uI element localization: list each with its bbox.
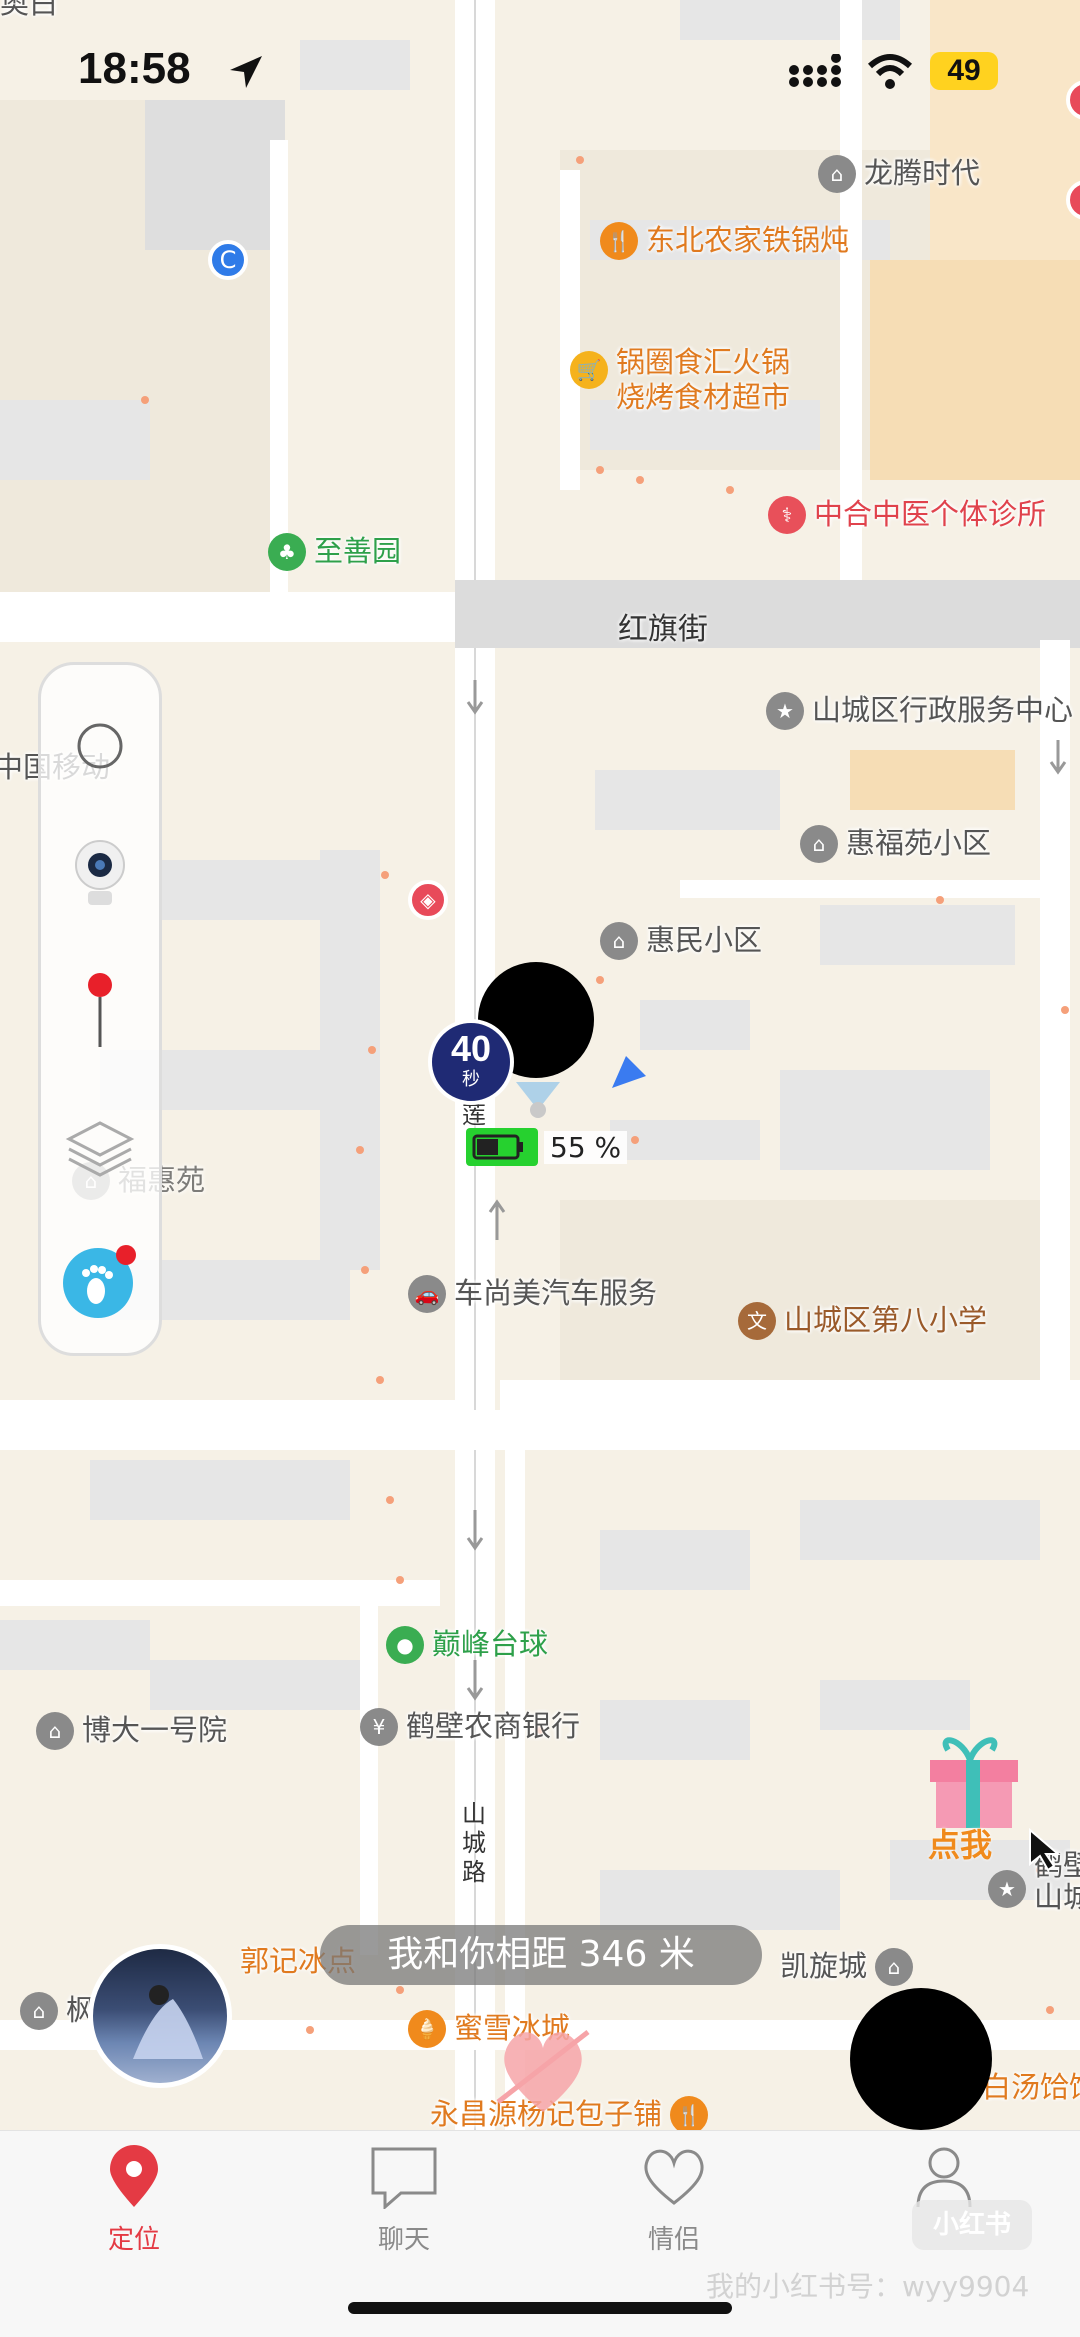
status-time: 18:58	[78, 44, 191, 93]
partner-battery-tag: 55 %	[466, 1128, 628, 1166]
residential-icon: ⌂	[20, 1992, 58, 2030]
poi-zhishan-park[interactable]: ♣ 至善园	[268, 533, 401, 571]
heart-icon	[644, 2149, 704, 2205]
signal-icon	[789, 54, 841, 87]
clinic-icon: ⚕	[768, 496, 806, 534]
tab-couple[interactable]: 情侣	[604, 2145, 744, 2256]
gift-box-icon	[930, 1737, 1018, 1828]
poi-hebi-bank[interactable]: ¥ 鹤壁农商银行	[360, 1708, 580, 1746]
residential-icon: ⌂	[600, 922, 638, 960]
school-icon: 文	[738, 1302, 776, 1340]
gift-button[interactable]: 点我	[918, 1732, 1028, 1864]
poi-admin-center[interactable]: ★ 山城区行政服务中心	[766, 692, 1073, 730]
poi-boda-1[interactable]: ⌂ 博大一号院	[36, 1712, 227, 1750]
tab-location[interactable]: 定位	[64, 2145, 204, 2256]
wifi-icon	[867, 54, 913, 89]
status-battery: 49	[930, 52, 998, 90]
residential-icon: ⌂	[875, 1948, 914, 1986]
my-avatar[interactable]	[88, 1944, 232, 2088]
government-icon: ★	[988, 1870, 1026, 1908]
car-icon: 🚗	[408, 1275, 446, 1313]
residential-icon: ⌂	[800, 825, 838, 863]
partner-avatar[interactable]	[850, 1988, 992, 2130]
billiards-icon: ●	[386, 1626, 424, 1664]
footprint-icon	[63, 1245, 136, 1318]
cursor-icon	[1029, 1828, 1061, 1872]
battery-icon	[466, 1128, 538, 1166]
map-pin-icon	[88, 973, 112, 1047]
distance-indicator: 我和你相距 346 米	[320, 1925, 762, 1985]
webcam-icon	[75, 840, 125, 905]
pin-button[interactable]	[41, 971, 159, 1051]
residential-icon: ⌂	[818, 155, 856, 193]
watermark-text: 我的小红书号：wyy9904	[706, 2270, 1030, 2303]
battery-percent: 55 %	[544, 1130, 628, 1164]
shopping-cart-icon: 🛒	[570, 351, 608, 389]
road-label-vertical-2: 山城路	[462, 1800, 486, 1886]
road-label-hongqi: 红旗街	[618, 612, 708, 647]
gas-station-icon[interactable]: C	[208, 240, 248, 280]
xhs-watermark-badge: 小红书	[912, 2200, 1032, 2250]
footprint-button[interactable]	[41, 1241, 159, 1321]
record-button[interactable]	[41, 721, 159, 771]
residential-icon: ⌂	[36, 1712, 74, 1750]
poi-kaixuan[interactable]: ⌂ 凯旋城	[780, 1948, 914, 1986]
poi-car-service[interactable]: 🚗 车尚美汽车服务	[408, 1275, 657, 1313]
poi-school-8[interactable]: 文山城区第八小学	[738, 1302, 987, 1340]
bank-pin-icon[interactable]: ◈	[408, 880, 448, 920]
layers-button[interactable]	[41, 1117, 159, 1177]
update-timer-badge: 40 秒	[428, 1019, 514, 1105]
marker-pointer-icon	[516, 1082, 560, 1118]
poi-clinic[interactable]: ⚕ 中合中医个体诊所	[768, 496, 1046, 534]
poi-guoquan-supermarket[interactable]: 🛒 锅圈食汇火锅 烧烤食材超市	[570, 345, 790, 415]
poi-huimin[interactable]: ⌂ 惠民小区	[600, 922, 762, 960]
location-pin-icon	[110, 2145, 158, 2207]
bank-icon: ¥	[360, 1708, 398, 1746]
direction-arrow-icon	[612, 1056, 646, 1088]
park-icon: ♣	[268, 533, 306, 571]
avatar-photo	[133, 1985, 203, 2059]
camera-button[interactable]	[41, 839, 159, 909]
tab-chat[interactable]: 聊天	[334, 2145, 474, 2256]
poi-huifuyuan[interactable]: ⌂ 惠福苑小区	[800, 825, 991, 863]
poi-dongbei-restaurant[interactable]: 🍴 东北农家铁锅炖	[600, 222, 849, 260]
chat-bubble-icon	[371, 2147, 437, 2211]
restaurant-icon: 🍴	[600, 222, 638, 260]
government-icon: ★	[766, 692, 804, 730]
gift-label: 点我	[928, 1826, 993, 1864]
home-indicator[interactable]	[348, 2302, 732, 2314]
layers-icon	[65, 1121, 135, 1177]
restaurant-icon: 🍴	[670, 2096, 709, 2130]
poi-feng[interactable]: ⌂ 枫	[20, 1992, 95, 2030]
poi-billiards[interactable]: ● 巅峰台球	[386, 1626, 548, 1664]
poi-longteng[interactable]: ⌂ 龙腾时代	[818, 155, 980, 193]
icecream-icon: 🍦	[408, 2010, 446, 2048]
map-tool-panel	[38, 662, 162, 1356]
circle-icon	[77, 723, 123, 769]
location-arrow-icon	[230, 56, 262, 88]
poi-baitang[interactable]: 白汤饸饹	[982, 2071, 1080, 2104]
status-bar: 18:58 49	[0, 0, 1080, 140]
heart-arrow-icon	[496, 2030, 590, 2112]
